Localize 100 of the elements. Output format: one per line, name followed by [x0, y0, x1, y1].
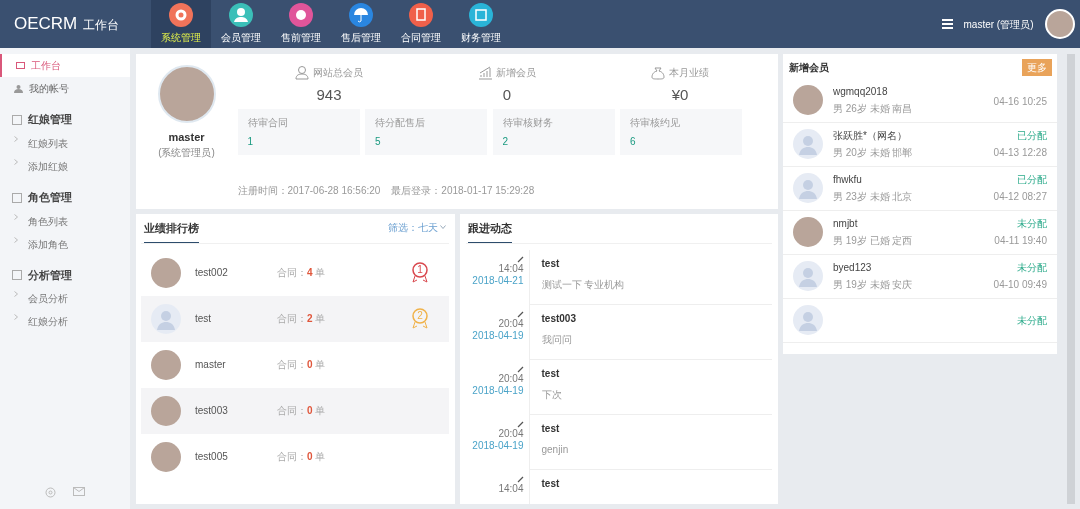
member-name: test [195, 312, 213, 326]
menu-icon [941, 19, 953, 29]
followup-date: 2018-04-21 [471, 275, 524, 288]
brand-subtitle: 工作台 [82, 17, 119, 35]
chart-icon [478, 64, 494, 80]
photo-placeholder [151, 349, 181, 380]
user-name[interactable]: master (管理员) [963, 16, 1034, 32]
pencil-icon [516, 365, 524, 373]
stat-label: 本月业绩 [668, 65, 709, 80]
followup-note: 下次 [541, 387, 563, 402]
assignment-status: 未分配 [1016, 217, 1047, 232]
member-name: byed123 [833, 261, 873, 276]
module-tab[interactable]: 合同管理 [391, 0, 451, 48]
chevron-icon [14, 135, 18, 142]
chevron-icon [14, 213, 18, 220]
member-name: test005 [195, 450, 229, 464]
sidebar-link[interactable]: 红娘列表 [0, 131, 130, 155]
followup-title: 跟进动态 [468, 219, 513, 243]
photo-placeholder [151, 395, 181, 426]
followup-name: test [541, 476, 561, 491]
settings-icon [45, 487, 57, 498]
chevron-icon [14, 314, 18, 321]
money-bag-icon [651, 64, 667, 80]
sidebar-link[interactable]: 红娘分析 [0, 310, 130, 334]
member-name: test003 [195, 404, 229, 418]
module-tab[interactable]: 财务管理 [451, 0, 511, 48]
assignment-status: 未分配 [1017, 313, 1047, 328]
brand-logo: OECRM [14, 13, 78, 36]
member-name: test002 [195, 266, 229, 280]
followup-time: 20:04 [497, 427, 524, 440]
sidebar-link[interactable]: 会员分析 [0, 287, 130, 311]
member-name: 张跃胜*（网名） [833, 129, 908, 144]
followup-time: 14:04 [497, 482, 524, 495]
person-silhouette-icon [151, 303, 181, 334]
member-name: fhwkfu [833, 173, 863, 188]
photo-placeholder [151, 441, 181, 472]
photo-placeholder [793, 217, 823, 248]
sidebar-group-title: 分析管理 [28, 267, 72, 283]
chevron-icon [14, 236, 18, 243]
followup-name: test [541, 366, 561, 381]
member-details: 男 23岁 未婚 北京 [833, 190, 914, 205]
new-members-title: 新增会员 [788, 61, 829, 75]
join-time: 04-12 08:27 [993, 190, 1047, 205]
assignment-status: 未分配 [1016, 261, 1047, 276]
last-login-time: 最后登录：2018-01-17 15:29:28 [391, 183, 535, 198]
join-time: 04-16 10:25 [993, 94, 1047, 109]
mail-icon [72, 487, 85, 496]
sidebar-link[interactable]: 添加红娘 [0, 154, 130, 178]
sidebar-item[interactable]: 工作台 [0, 54, 130, 77]
sidebar-link[interactable]: 角色列表 [0, 209, 130, 233]
contract-count: 合同：4 单 [277, 266, 327, 280]
stat-value: ¥0 [671, 84, 689, 105]
member-name: master [195, 358, 227, 372]
person-silhouette-icon [793, 305, 823, 336]
pending-label: 待分配售后 [375, 115, 426, 130]
pending-label: 待审核约见 [630, 115, 681, 130]
join-time: 04-13 12:28 [993, 146, 1047, 161]
person-icon [14, 84, 23, 93]
ranking-title: 业绩排行榜 [143, 219, 199, 243]
pencil-icon [516, 475, 524, 483]
scrollbar[interactable] [1066, 53, 1075, 504]
contract-count: 合同：2 单 [277, 312, 327, 326]
followup-time: 20:04 [497, 372, 524, 385]
profile-role: (系统管理员) [158, 146, 215, 160]
profile-name: master [168, 129, 205, 145]
followup-time: 20:04 [497, 317, 524, 330]
sidebar-link[interactable]: 添加角色 [0, 232, 130, 256]
module-tab[interactable]: 售前管理 [271, 0, 331, 48]
stat-label: 新增会员 [495, 65, 536, 80]
sidebar-group-title: 红娘管理 [28, 112, 72, 127]
filter-dropdown[interactable]: 筛选：七天 [387, 219, 447, 235]
member-details: 男 20岁 未婚 邯郸 [833, 146, 914, 161]
member-name: nmjbt [833, 217, 859, 232]
module-tab[interactable]: 会员管理 [211, 0, 271, 48]
followup-name: test003 [541, 311, 577, 326]
member-details: 男 19岁 未婚 安庆 [833, 278, 914, 293]
contract-count: 合同：0 单 [277, 404, 327, 418]
contract-count: 合同：0 单 [277, 358, 327, 372]
module-tab[interactable]: 售后管理 [331, 0, 391, 48]
followup-date: 2018-04-19 [471, 330, 524, 343]
assignment-status: 已分配 [1016, 129, 1047, 144]
followup-name: test [541, 421, 561, 436]
pencil-icon [516, 420, 524, 428]
chevron-icon [14, 158, 18, 165]
person-icon [295, 64, 311, 80]
pencil-icon [516, 310, 524, 318]
pending-label: 待审核财务 [502, 115, 554, 130]
pending-count: 6 [630, 134, 637, 149]
followup-note: 我问问 [541, 332, 573, 347]
person-silhouette-icon [793, 129, 823, 160]
followup-time: 14:04 [497, 262, 524, 275]
assignment-status: 已分配 [1016, 173, 1047, 188]
stat-value: 943 [316, 84, 342, 105]
module-tab[interactable]: 系统管理 [151, 0, 211, 48]
join-time: 04-11 19:40 [994, 234, 1047, 249]
pending-count: 2 [502, 134, 510, 149]
member-details: 男 26岁 未婚 南昌 [833, 102, 914, 117]
photo-placeholder [151, 257, 181, 288]
sidebar-item[interactable]: 我的帐号 [0, 77, 130, 100]
pencil-icon [516, 255, 524, 263]
